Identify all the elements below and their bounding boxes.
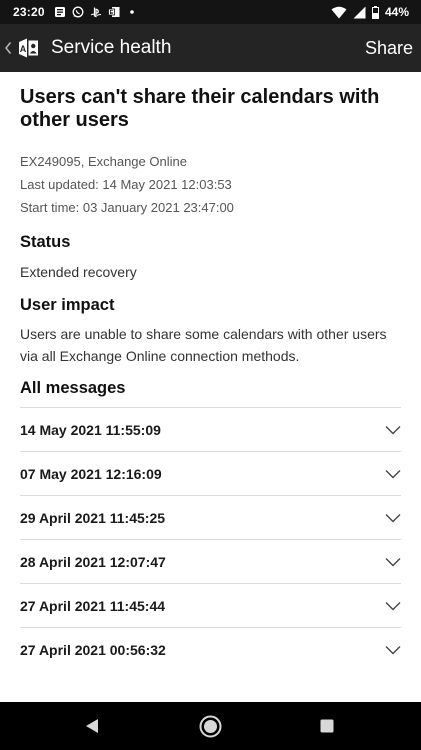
message-row[interactable]: 27 April 2021 00:56:32: [20, 628, 401, 671]
system-icons: 44%: [331, 0, 409, 24]
battery-icon: [371, 5, 379, 19]
playstation-icon: [90, 7, 101, 18]
message-date: 27 April 2021 00:56:32: [20, 641, 166, 658]
incident-meta: EX249095, Exchange Online Last updated: …: [20, 150, 401, 219]
nav-recents-icon[interactable]: [320, 719, 334, 733]
app-bar: A Service health Share: [0, 24, 421, 72]
status-value: Extended recovery: [20, 264, 137, 280]
status-bar: 23:20 E 44%: [0, 0, 421, 24]
wifi-icon: [331, 6, 347, 18]
message-list: 14 May 2021 11:55:09 07 May 2021 12:16:0…: [20, 407, 401, 671]
message-row[interactable]: 28 April 2021 12:07:47: [20, 540, 401, 584]
user-impact-heading: User impact: [20, 296, 115, 314]
start-time: Start time: 03 January 2021 23:47:00: [20, 200, 234, 215]
dot-icon: [129, 10, 134, 14]
exchange-icon: E: [107, 7, 120, 17]
signal-icon: [353, 6, 366, 18]
message-row[interactable]: 07 May 2021 12:16:09: [20, 452, 401, 496]
message-date: 27 April 2021 11:45:44: [20, 597, 166, 614]
message-date: 29 April 2021 11:45:25: [20, 509, 166, 526]
chevron-down-icon[interactable]: [385, 469, 401, 479]
status-heading: Status: [20, 233, 71, 251]
system-nav-bar: [0, 702, 421, 750]
app-title: Service health: [51, 37, 172, 58]
share-button[interactable]: Share: [365, 24, 413, 72]
whatsapp-icon: [72, 6, 84, 18]
chevron-down-icon[interactable]: [385, 557, 401, 567]
status-time: 23:20: [13, 5, 45, 19]
all-messages-heading: All messages: [20, 379, 126, 397]
chevron-down-icon[interactable]: [385, 645, 401, 655]
chevron-down-icon[interactable]: [385, 601, 401, 611]
nav-home-icon[interactable]: [199, 715, 222, 738]
message-row[interactable]: 27 April 2021 11:45:44: [20, 584, 401, 628]
message-row[interactable]: 14 May 2021 11:55:09: [20, 408, 401, 452]
notification-icons: E: [54, 6, 138, 18]
incident-id: EX249095, Exchange Online: [20, 154, 187, 169]
message-date: 07 May 2021 12:16:09: [20, 465, 162, 482]
incident-detail: Users can't share their calendars with o…: [20, 72, 401, 671]
message-date: 28 April 2021 12:07:47: [20, 553, 166, 570]
message-row[interactable]: 29 April 2021 11:45:25: [20, 496, 401, 540]
svg-text:E: E: [109, 10, 113, 16]
last-updated: Last updated: 14 May 2021 12:03:53: [20, 177, 232, 192]
nav-back-icon[interactable]: [85, 718, 99, 734]
user-impact-text: Users are unable to share some calendars…: [20, 326, 387, 364]
admin-app-logo-icon[interactable]: A: [16, 36, 40, 60]
news-icon: [54, 7, 65, 17]
message-date: 14 May 2021 11:55:09: [20, 421, 161, 438]
svg-text:A: A: [20, 44, 27, 54]
battery-percent: 44%: [384, 5, 409, 19]
back-chevron-icon[interactable]: [4, 41, 12, 55]
incident-title: Users can't share their calendars with o…: [20, 86, 380, 131]
chevron-down-icon[interactable]: [385, 513, 401, 523]
chevron-down-icon[interactable]: [385, 425, 401, 435]
